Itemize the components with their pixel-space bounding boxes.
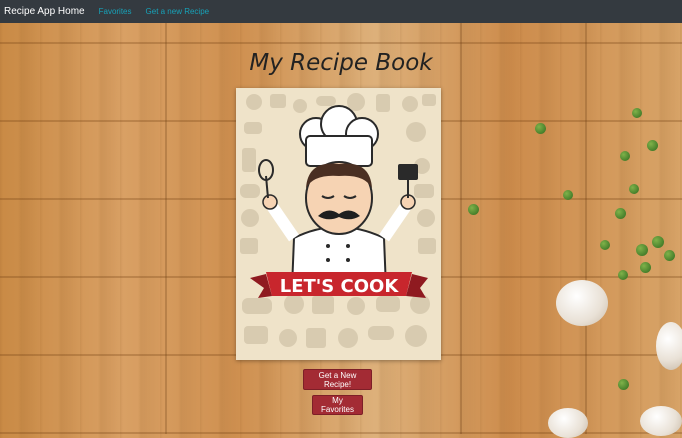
garlic-decoration bbox=[556, 280, 608, 326]
peppercorn-decoration bbox=[600, 240, 610, 250]
chef-illustration: LET'S COOK bbox=[240, 93, 436, 348]
wood-seam bbox=[460, 23, 462, 434]
peppercorn-decoration bbox=[632, 108, 642, 118]
my-favorites-button[interactable]: My Favorites bbox=[312, 395, 363, 415]
navbar-brand[interactable]: Recipe App Home bbox=[4, 6, 85, 17]
peppercorn-decoration bbox=[647, 140, 658, 151]
peppercorn-decoration bbox=[535, 123, 546, 134]
get-new-recipe-button[interactable]: Get a New Recipe! bbox=[303, 369, 372, 390]
peppercorn-decoration bbox=[468, 204, 479, 215]
peppercorn-decoration bbox=[615, 208, 626, 219]
navbar: Recipe App Home Favorites Get a new Reci… bbox=[0, 0, 682, 23]
peppercorn-decoration bbox=[620, 151, 630, 161]
peppercorn-decoration bbox=[629, 184, 639, 194]
garlic-decoration bbox=[656, 322, 682, 370]
garlic-decoration bbox=[640, 406, 682, 436]
banner-text: LET'S COOK bbox=[280, 276, 400, 297]
recipe-book-cover: LET'S COOK bbox=[236, 88, 441, 360]
peppercorn-decoration bbox=[618, 270, 628, 280]
peppercorn-decoration bbox=[640, 262, 651, 273]
nav-link-favorites[interactable]: Favorites bbox=[99, 7, 132, 16]
wood-seam bbox=[585, 23, 587, 434]
peppercorn-decoration bbox=[664, 250, 675, 261]
page-title: My Recipe Book bbox=[249, 50, 433, 76]
peppercorn-decoration bbox=[618, 379, 629, 390]
peppercorn-decoration bbox=[652, 236, 664, 248]
peppercorn-decoration bbox=[563, 190, 573, 200]
wood-seam bbox=[165, 23, 167, 434]
nav-link-new-recipe[interactable]: Get a new Recipe bbox=[146, 7, 210, 16]
peppercorn-decoration bbox=[636, 244, 648, 256]
